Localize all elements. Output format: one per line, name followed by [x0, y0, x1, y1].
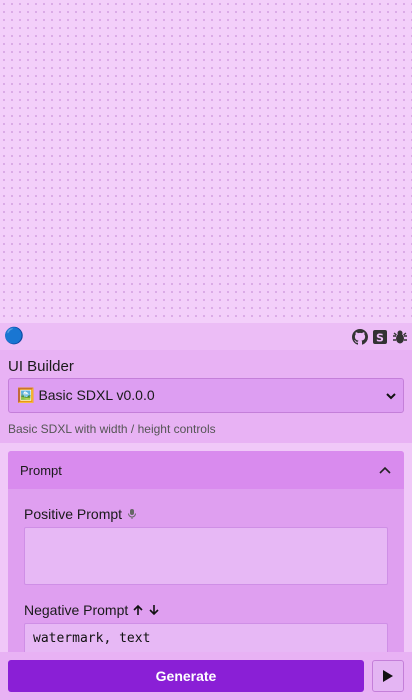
chevron-up-icon[interactable] [378, 463, 392, 477]
negative-prompt-label-row: Negative Prompt [24, 601, 388, 619]
image-icon: 🖼️ [17, 387, 35, 403]
toolbar: 🔵 S [0, 323, 412, 350]
prompt-panel: Prompt Positive Prompt Negative Prompt w… [8, 451, 404, 661]
negative-prompt-label: Negative Prompt [24, 602, 129, 618]
generate-button[interactable]: Generate [8, 660, 364, 692]
play-icon [383, 670, 393, 682]
ui-builder-section: UI Builder 🖼️ Basic SDXL v0.0.0 Basic SDX… [0, 350, 412, 443]
logo-icon[interactable]: 🔵 [4, 328, 24, 345]
bug-icon[interactable] [392, 329, 408, 345]
github-icon[interactable] [352, 328, 368, 345]
workflow-select-text: Basic SDXL v0.0.0 [38, 387, 155, 403]
arrow-up-icon[interactable] [132, 604, 144, 616]
prompt-panel-body: Positive Prompt Negative Prompt watermar… [8, 489, 404, 661]
microphone-icon[interactable] [126, 508, 138, 520]
arrow-down-icon[interactable] [148, 604, 160, 616]
chevron-down-icon [386, 392, 396, 399]
positive-prompt-input[interactable] [24, 527, 388, 585]
workflow-select-value: 🖼️ Basic SDXL v0.0.0 [17, 387, 155, 404]
prompt-panel-header[interactable]: Prompt [8, 451, 404, 489]
svg-text:S: S [376, 331, 384, 344]
s-box-icon[interactable]: S [372, 329, 388, 345]
ui-builder-label: UI Builder [8, 358, 74, 375]
positive-prompt-label: Positive Prompt [24, 506, 123, 522]
workflow-select[interactable]: 🖼️ Basic SDXL v0.0.0 [8, 378, 404, 413]
workflow-description: Basic SDXL with width / height controls [8, 422, 216, 436]
toolbar-icons: S [352, 328, 408, 345]
prompt-panel-title: Prompt [20, 462, 62, 478]
positive-prompt-label-row: Positive Prompt [24, 505, 388, 523]
canvas-area[interactable] [0, 0, 412, 323]
play-button[interactable] [372, 660, 404, 692]
